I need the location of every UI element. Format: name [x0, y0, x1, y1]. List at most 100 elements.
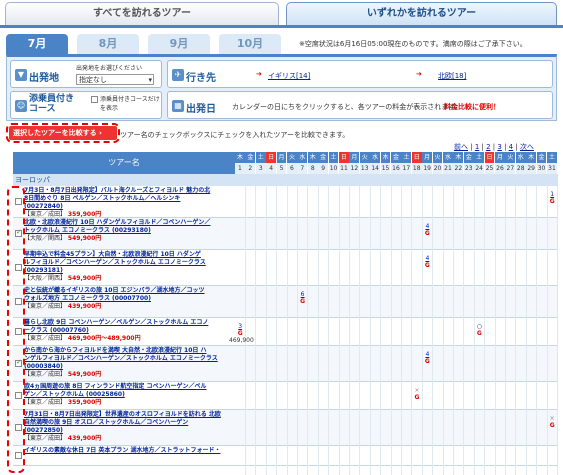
pager-page[interactable]: 3 — [497, 143, 501, 151]
weekday-label: 木 — [380, 152, 391, 163]
day-column[interactable]: 土3 — [255, 152, 266, 174]
tour-origin: 【東京／成田】 — [24, 399, 68, 406]
weekday-label: 土 — [328, 152, 339, 163]
tour-title-link[interactable]: 北欧・北欧浪漫紀行 10日 ハダンゲルフィヨルド／コペンハーゲン／ トックホルム… — [24, 219, 234, 235]
departure-select[interactable]: 指定なし ▾ — [76, 74, 154, 85]
day-number: 31 — [547, 163, 557, 174]
availability-marker[interactable]: ○ G — [474, 323, 484, 337]
weekday-label: 月 — [349, 152, 360, 163]
weekday-label: 金 — [536, 152, 547, 163]
day-column[interactable]: 月 19 — [422, 152, 433, 174]
guarantee-mark: G — [300, 298, 306, 305]
pager-next[interactable]: 次へ — [520, 143, 534, 151]
day-column[interactable]: 土 17 — [401, 152, 412, 174]
day-number: 2 — [245, 163, 256, 174]
day-column[interactable]: 水 21 — [443, 152, 453, 174]
day-number: 14 — [370, 163, 381, 174]
availability-marker[interactable]: 3 G 469,900 — [229, 323, 254, 344]
tour-title-link[interactable]: イギリスの素敵な休日 7日 英本プラン 湖水地方／ストラットフォード・ — [24, 447, 234, 455]
tour-price: 549,900円 — [67, 371, 102, 378]
tour-title-link[interactable]: 欧4ヵ国周遊の旅 8日 フィンランド航空指定 コペンハーゲン／ベル ゲン／ストッ… — [24, 383, 234, 399]
day-column[interactable]: 金 16 — [391, 152, 401, 174]
destination-nordic[interactable]: 北欧[18] — [438, 71, 466, 81]
pager-prev[interactable]: 前へ — [454, 143, 468, 151]
day-column[interactable]: 火6 — [287, 152, 297, 174]
day-number: 29 — [526, 163, 537, 174]
tour-title-link[interactable]: 早期申込で料金45プラン】大自然・北欧浪漫紀行 10日 ハダンゲ ルフィヨルド／… — [24, 251, 234, 275]
day-column[interactable]: 金9 — [318, 152, 329, 174]
day-column[interactable]: 木8 — [307, 152, 318, 174]
day-column[interactable]: 木 29 — [526, 152, 537, 174]
day-column[interactable]: 火 20 — [432, 152, 443, 174]
day-column[interactable]: 日4 — [266, 152, 277, 174]
day-number: 13 — [359, 163, 370, 174]
day-column[interactable]: 日 18 — [411, 152, 422, 174]
day-column[interactable]: 水 14 — [370, 152, 381, 174]
seat-status: 4 — [425, 255, 430, 262]
checkbox-highlight — [7, 186, 25, 473]
day-column[interactable]: 月 12 — [349, 152, 360, 174]
day-column[interactable]: 日 11 — [339, 152, 349, 174]
tab-all-countries[interactable]: すべてを訪れるツアー — [5, 2, 279, 25]
tour-title-link[interactable]: から南から海からフィヨルドを満喫 大自然・北欧浪漫紀行 10日 ハ ンゲルフィヨ… — [24, 347, 234, 371]
tour-origin: 【東京／成田】 — [24, 335, 68, 342]
day-column[interactable]: 金 23 — [463, 152, 474, 174]
tab-month-9[interactable]: 9月 — [148, 34, 210, 54]
availability-marker[interactable]: 4G — [422, 351, 432, 365]
grid-line — [452, 186, 454, 475]
guarantee-mark: G — [424, 262, 430, 269]
grid-line — [411, 186, 413, 475]
availability-marker[interactable]: 4G — [422, 223, 432, 237]
grid-line — [515, 186, 517, 475]
day-column[interactable]: 水7 — [297, 152, 308, 174]
destination-uk[interactable]: イギリス[14] — [268, 71, 310, 81]
pager-page[interactable]: 2 — [486, 143, 490, 151]
availability-marker[interactable]: × G — [412, 387, 422, 401]
day-number: 21 — [443, 163, 453, 174]
weekday-label: 火 — [359, 152, 370, 163]
day-column[interactable]: 金2 — [245, 152, 256, 174]
seat-status: 3 — [238, 323, 243, 330]
tour-price: 359,900円 — [67, 399, 102, 406]
day-number: 9 — [318, 163, 329, 174]
pager-page[interactable]: 4 — [509, 143, 513, 151]
availability-note: ※空席状況は6月16日05:00現在のものです。満席の際はご了承下さい。 — [299, 40, 527, 48]
day-number: 16 — [391, 163, 401, 174]
availability-marker[interactable]: 1G — [547, 191, 557, 205]
grid-line — [328, 186, 330, 475]
tour-title-link[interactable]: 暮らし北欧 9日 コペンハーゲン／ベルゲン／ストックホルム エコノ ークラス (… — [24, 319, 234, 335]
day-column[interactable]: 土 24 — [474, 152, 485, 174]
tour-origin: 【東京／成田】 — [24, 371, 68, 378]
escort-checkbox[interactable] — [91, 96, 98, 103]
day-column[interactable]: 木1 — [235, 152, 245, 174]
day-column[interactable]: 金 30 — [536, 152, 547, 174]
availability-marker[interactable]: 4G — [422, 255, 432, 269]
tour-row: 7月31日・8月7日出発限定】世界遺産のオスロフィヨルドを訪れる 北欧 自然満喫… — [13, 410, 558, 446]
day-column[interactable]: 土 31 — [547, 152, 557, 174]
availability-marker[interactable]: × G — [547, 415, 557, 429]
availability-marker[interactable]: 6G — [297, 291, 307, 305]
day-column[interactable]: 木 22 — [453, 152, 464, 174]
day-column[interactable]: 火 13 — [359, 152, 370, 174]
tour-title-link[interactable]: 史と伝統が織るイギリスの旅 10日 エジンバラ／湖水地方／コッツ ウォルズ地方 … — [24, 287, 234, 303]
pager-page[interactable]: 1 — [475, 143, 479, 151]
tour-price: 549,900円 — [67, 275, 102, 282]
guarantee-mark: G — [237, 330, 243, 337]
day-column[interactable]: 月 26 — [495, 152, 505, 174]
tab-month-8[interactable]: 8月 — [77, 34, 139, 54]
day-number: 18 — [411, 163, 422, 174]
day-column[interactable]: 木 15 — [380, 152, 391, 174]
day-column[interactable]: 月5 — [276, 152, 287, 174]
pager: 前へ | 1 | 2 | 3 | 4 | 次へ — [454, 143, 534, 151]
tab-month-7[interactable]: 7月 — [6, 34, 68, 54]
tab-month-10[interactable]: 10月 — [219, 34, 281, 54]
tour-title-link[interactable]: 7月3日・8月7日出発限定】バルト海クルーズとフィヨルド 魅力の北 8日間めぐり… — [24, 187, 234, 211]
tour-info: 暮らし北欧 9日 コペンハーゲン／ベルゲン／ストックホルム エコノ ークラス (… — [24, 319, 234, 343]
day-column[interactable]: 日 25 — [484, 152, 495, 174]
tab-any-country[interactable]: いずれかを訪れるツアー — [286, 2, 557, 25]
day-column[interactable]: 火 27 — [505, 152, 516, 174]
tour-origin: 【大阪／関西】 — [24, 275, 68, 282]
tour-title-link[interactable]: 7月31日・8月7日出発限定】世界遺産のオスロフィヨルドを訪れる 北欧 自然満喫… — [24, 411, 234, 435]
day-column[interactable]: 土 10 — [328, 152, 339, 174]
day-column[interactable]: 水 28 — [515, 152, 526, 174]
